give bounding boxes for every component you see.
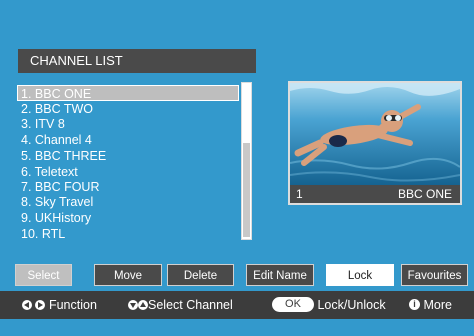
lock-unlock-label: Lock/Unlock <box>317 298 386 312</box>
select-button[interactable]: Select <box>15 264 72 286</box>
function-hint: Function <box>22 291 97 319</box>
channel-item-3[interactable]: 3. ITV 8 <box>18 116 238 132</box>
channel-item-2[interactable]: 2. BBC TWO <box>18 101 238 117</box>
function-label: Function <box>48 298 97 312</box>
left-arrow-icon <box>22 299 32 310</box>
lock-unlock-hint: OK Lock/Unlock <box>272 291 386 319</box>
info-icon: i <box>409 299 420 311</box>
channel-list-header: CHANNEL LIST <box>18 49 256 73</box>
channel-item-6[interactable]: 6. Teletext <box>18 164 238 180</box>
lock-button[interactable]: Lock <box>326 264 394 286</box>
channel-list-scrollbar[interactable] <box>241 82 252 240</box>
favourites-button[interactable]: Favourites <box>401 264 468 286</box>
channel-list-title: CHANNEL LIST <box>30 53 123 68</box>
move-button[interactable]: Move <box>94 264 162 286</box>
edit-name-button[interactable]: Edit Name <box>246 264 314 286</box>
down-arrow-icon <box>128 299 138 310</box>
select-channel-label: Select Channel <box>148 298 233 312</box>
channel-list: 1. BBC ONE 2. BBC TWO 3. ITV 8 4. Channe… <box>17 81 256 244</box>
scrollbar-thumb[interactable] <box>243 143 250 237</box>
channel-item-8[interactable]: 8. Sky Travel <box>18 194 238 210</box>
channel-item-9[interactable]: 9. UKHistory <box>18 210 238 226</box>
right-arrow-icon <box>35 299 46 310</box>
more-label: More <box>423 298 452 312</box>
preview-channel-name: BBC ONE <box>397 187 452 201</box>
channel-item-5[interactable]: 5. BBC THREE <box>18 148 238 164</box>
channel-item-1[interactable]: 1. BBC ONE <box>17 85 239 101</box>
channel-item-7[interactable]: 7. BBC FOUR <box>18 179 238 195</box>
swimmer-picture <box>290 83 460 187</box>
delete-button[interactable]: Delete <box>167 264 234 286</box>
channel-item-4[interactable]: 4. Channel 4 <box>18 132 238 148</box>
channel-item-10[interactable]: 10. RTL <box>18 226 238 242</box>
more-hint: i More <box>409 291 452 319</box>
footer-hint-bar: Function Select Channel OK Lock/Unlock i… <box>0 291 474 319</box>
up-arrow-icon <box>138 299 148 310</box>
preview-channel-number: 1 <box>296 187 303 201</box>
ok-key-icon: OK <box>272 297 314 313</box>
preview-info-bar: 1 BBC ONE <box>288 185 462 205</box>
select-channel-hint: Select Channel <box>128 291 233 319</box>
